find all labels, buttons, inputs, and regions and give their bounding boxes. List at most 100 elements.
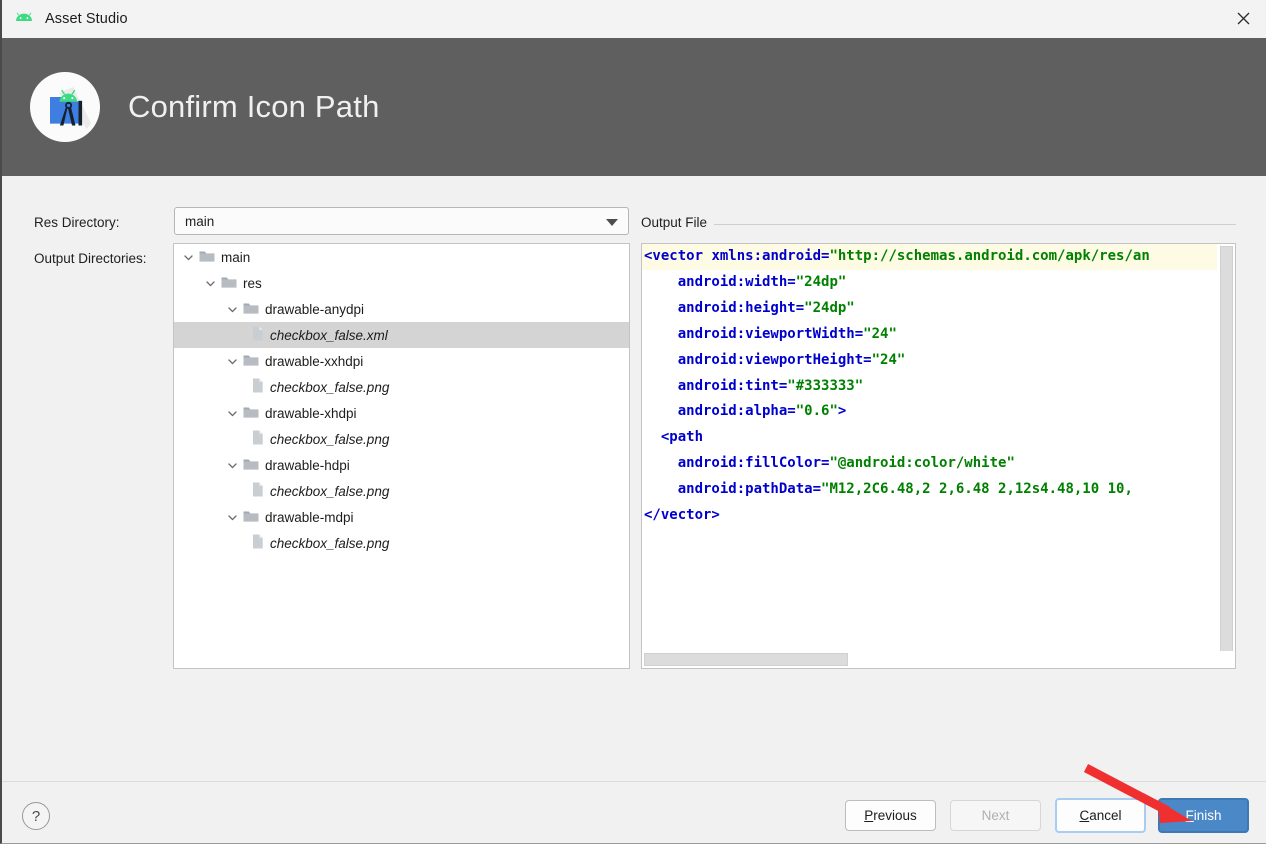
code-token: "http://schemas.android.com/apk/res/an xyxy=(829,248,1149,264)
tree-item-drawable-anydpi[interactable]: drawable-anydpi xyxy=(174,296,629,322)
tree-item-drawable-xxhdpi[interactable]: drawable-xxhdpi xyxy=(174,348,629,374)
tree-item-checkbox-false-png[interactable]: checkbox_false.png xyxy=(174,426,629,452)
code-token: android:viewportWidth= xyxy=(678,326,863,342)
folder-icon xyxy=(243,405,259,422)
code-token: android:alpha= xyxy=(678,403,796,419)
code-token xyxy=(644,378,678,394)
code-token: android:fillColor= xyxy=(678,455,830,471)
android-robot-icon xyxy=(14,12,34,26)
chevron-down-icon[interactable] xyxy=(226,303,239,316)
code-line: android:width="24dp" xyxy=(642,270,1218,296)
chevron-down-icon[interactable] xyxy=(226,355,239,368)
code-token: android:viewportHeight= xyxy=(678,352,872,368)
scrollbar-corner xyxy=(1218,651,1235,668)
code-line: android:alpha="0.6"> xyxy=(642,399,1218,425)
tree-item-checkbox-false-png[interactable]: checkbox_false.png xyxy=(174,530,629,556)
code-token xyxy=(644,300,678,316)
tree-item-label: drawable-xhdpi xyxy=(265,406,357,421)
next-button: Next xyxy=(950,800,1041,831)
tree-item-checkbox-false-png[interactable]: checkbox_false.png xyxy=(174,374,629,400)
tree-item-label: drawable-anydpi xyxy=(265,302,364,317)
chevron-down-icon[interactable] xyxy=(204,277,217,290)
next-label: ext xyxy=(991,808,1009,823)
tree-item-label: checkbox_false.png xyxy=(270,380,389,395)
output-file-separator xyxy=(641,224,1236,225)
previous-button[interactable]: Previous xyxy=(845,800,936,831)
code-token: </vector> xyxy=(644,507,720,523)
chevron-down-icon[interactable] xyxy=(226,459,239,472)
file-icon xyxy=(252,326,264,344)
tree-item-res[interactable]: res xyxy=(174,270,629,296)
tree-item-drawable-hdpi[interactable]: drawable-hdpi xyxy=(174,452,629,478)
tree-item-checkbox-false-xml[interactable]: checkbox_false.xml xyxy=(174,322,629,348)
help-icon: ? xyxy=(32,808,40,825)
code-token: android:width= xyxy=(678,274,796,290)
output-file-preview[interactable]: <vector xmlns:android="http://schemas.an… xyxy=(641,243,1236,669)
code-token xyxy=(644,429,661,445)
window-title: Asset Studio xyxy=(45,11,128,27)
code-token: android:height= xyxy=(678,300,804,316)
file-icon xyxy=(252,430,264,448)
code-token: "@android:color/white" xyxy=(829,455,1014,471)
tree-item-label: checkbox_false.png xyxy=(270,484,389,499)
file-icon xyxy=(252,378,264,396)
code-line: android:tint="#333333" xyxy=(642,374,1218,400)
tree-item-checkbox-false-png[interactable]: checkbox_false.png xyxy=(174,478,629,504)
next-mnemonic: N xyxy=(982,808,992,823)
dialog-header: Confirm Icon Path xyxy=(2,38,1266,176)
res-directory-value: main xyxy=(185,214,214,229)
code-horizontal-scroll-thumb[interactable] xyxy=(644,653,848,666)
tree-item-label: drawable-xxhdpi xyxy=(265,354,363,369)
code-vertical-scroll-thumb[interactable] xyxy=(1220,246,1233,663)
code-token: "24" xyxy=(863,326,897,342)
res-directory-select[interactable]: main xyxy=(174,207,629,235)
chevron-down-icon[interactable] xyxy=(226,407,239,420)
cancel-label: ancel xyxy=(1089,808,1121,823)
close-icon[interactable] xyxy=(1220,0,1266,37)
code-token xyxy=(644,403,678,419)
finish-button[interactable]: Finish xyxy=(1158,798,1249,833)
code-line: android:fillColor="@android:color/white" xyxy=(642,451,1218,477)
tree-item-main[interactable]: main xyxy=(174,244,629,270)
tree-item-drawable-mdpi[interactable]: drawable-mdpi xyxy=(174,504,629,530)
previous-label: revious xyxy=(873,808,917,823)
code-token xyxy=(644,481,678,497)
file-icon xyxy=(252,482,264,500)
code-token xyxy=(644,352,678,368)
folder-icon xyxy=(243,301,259,318)
output-directories-tree[interactable]: main resdrawable-anydpi checkbox_false.xml… xyxy=(173,243,630,669)
tree-item-label: res xyxy=(243,276,262,291)
code-vertical-scrollbar[interactable] xyxy=(1217,244,1235,651)
previous-mnemonic: P xyxy=(864,808,873,823)
res-directory-label: Res Directory: xyxy=(34,215,120,230)
code-token: <path xyxy=(661,429,703,445)
tree-item-label: drawable-mdpi xyxy=(265,510,354,525)
chevron-down-icon[interactable] xyxy=(226,511,239,524)
help-button[interactable]: ? xyxy=(22,802,50,830)
tree-item-drawable-xhdpi[interactable]: drawable-xhdpi xyxy=(174,400,629,426)
code-token: "24dp" xyxy=(804,300,855,316)
code-token: > xyxy=(838,403,846,419)
code-line: android:pathData="M12,2C6.48,2 2,6.48 2,… xyxy=(642,477,1218,503)
folder-icon xyxy=(243,353,259,370)
chevron-down-icon[interactable] xyxy=(182,251,195,264)
code-token: android:pathData= xyxy=(678,481,821,497)
finish-mnemonic: F xyxy=(1185,808,1193,823)
folder-icon xyxy=(243,509,259,526)
code-token: "M12,2C6.48,2 2,6.48 2,12s4.48,10 10, xyxy=(821,481,1133,497)
file-icon xyxy=(252,534,264,552)
code-token: <vector xyxy=(644,248,711,264)
code-token: android:tint= xyxy=(678,378,788,394)
tree-item-label: checkbox_false.png xyxy=(270,536,389,551)
folder-icon xyxy=(199,249,215,266)
tree-item-label: main xyxy=(221,250,250,265)
code-horizontal-scrollbar[interactable] xyxy=(642,651,1218,668)
android-studio-icon xyxy=(29,71,101,143)
code-token xyxy=(644,326,678,342)
code-token: "24dp" xyxy=(796,274,847,290)
xml-source: <vector xmlns:android="http://schemas.an… xyxy=(642,244,1218,529)
code-token xyxy=(644,455,678,471)
cancel-button[interactable]: Cancel xyxy=(1055,798,1146,833)
code-token: xmlns:android= xyxy=(711,248,829,264)
chevron-down-icon xyxy=(606,219,618,226)
